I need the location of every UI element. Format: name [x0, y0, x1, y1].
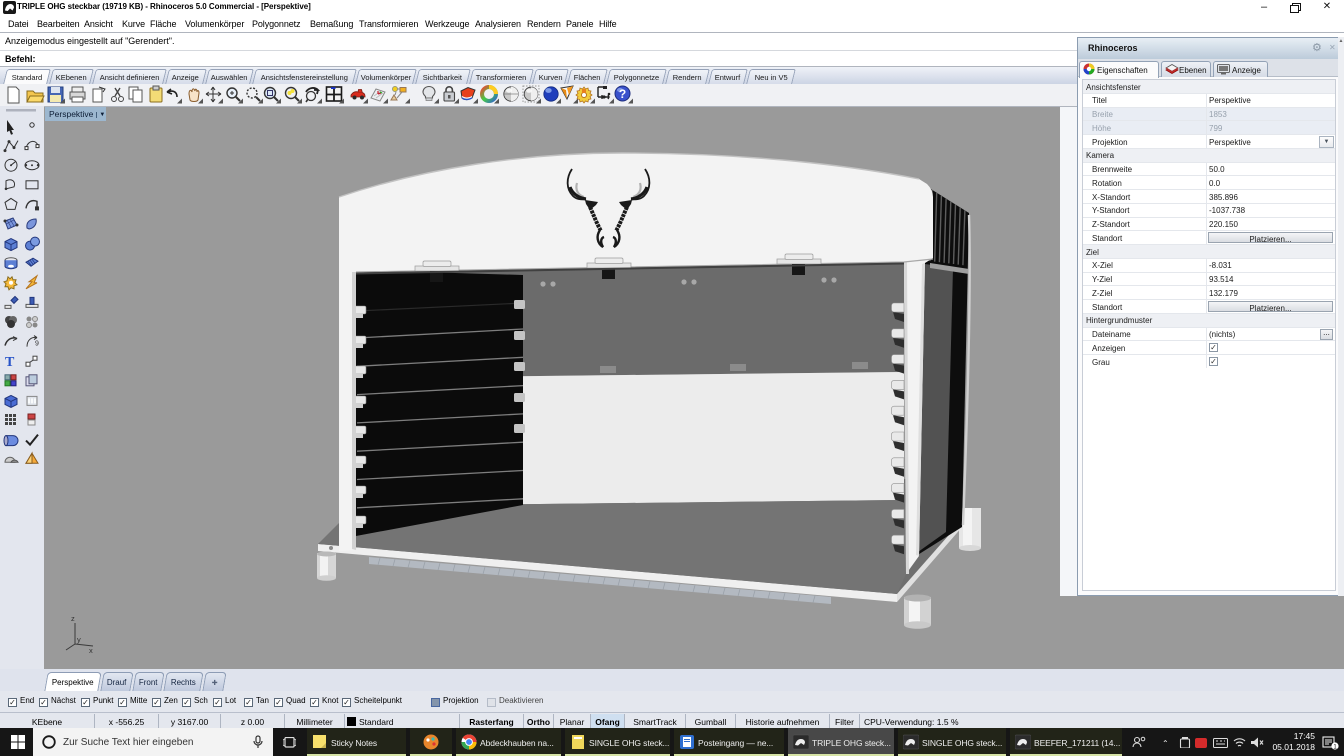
svg-text:x: x	[89, 646, 93, 655]
svg-text:z: z	[71, 614, 75, 623]
svg-text:T: T	[5, 355, 15, 370]
svg-text:y: y	[77, 635, 81, 644]
svg-text:9: 9	[35, 341, 39, 348]
